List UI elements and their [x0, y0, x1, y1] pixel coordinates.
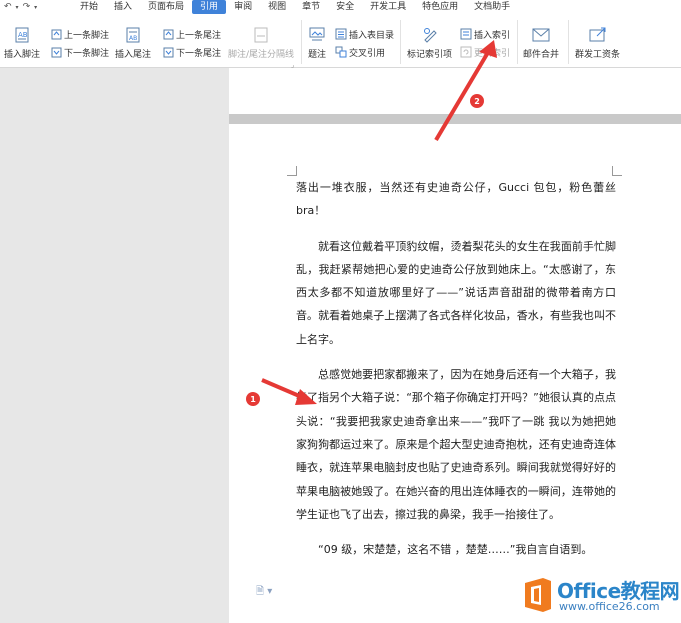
insert-table-of-figures-button[interactable]: 插入表目录: [335, 27, 394, 41]
page-gap: [229, 114, 681, 124]
mark-index-icon: [421, 26, 439, 44]
divider: [301, 20, 302, 64]
left-pane: [0, 68, 228, 623]
crop-mark: [612, 166, 622, 176]
paragraph: 落出一堆衣服，当然还有史迪奇公仔，Gucci 包包，粉色蕾丝bra！: [296, 181, 616, 218]
endnote-icon: AB: [124, 26, 142, 44]
document-body[interactable]: 落出一堆衣服，当然还有史迪奇公仔，Gucci 包包，粉色蕾丝bra！ 就看这位戴…: [296, 176, 616, 573]
svg-text:AB: AB: [129, 35, 137, 42]
prev-footnote-button[interactable]: 上一条脚注: [50, 27, 109, 41]
insert-index-icon: [460, 28, 472, 40]
mark-index-entry-button[interactable]: 标记索引项: [407, 26, 452, 60]
next-footnote-button[interactable]: 下一条脚注: [50, 45, 109, 59]
menu-tab[interactable]: 插入: [106, 0, 140, 14]
table-of-figures-icon: [335, 28, 347, 40]
divider: [517, 20, 518, 64]
annotation-badge-2: 2: [470, 94, 484, 108]
undo-icon[interactable]: ↶: [4, 2, 12, 12]
next-endnote-button[interactable]: 下一条尾注: [162, 45, 221, 59]
menu-tab[interactable]: 开发工具: [362, 0, 414, 14]
watermark: Office教程网 www.office26.com: [519, 573, 680, 619]
footnote-icon: AB: [13, 26, 31, 44]
menu-tab[interactable]: 引用: [192, 0, 227, 14]
mail-icon: [532, 26, 550, 44]
caption-icon: [308, 26, 326, 44]
paragraph: 总感觉她要把家都搬来了，因为在她身后还有一个大箱子，我指了指另个大箱子说：“那个…: [296, 368, 616, 521]
watermark-url: www.office26.com: [559, 600, 660, 613]
menu-tabs: 开始 插入 页面布局 引用 审阅 视图 章节 安全 开发工具 特色应用 文档助手: [72, 0, 518, 14]
dropdown-icon[interactable]: ▾: [16, 4, 19, 11]
menu-tab[interactable]: 页面布局: [140, 0, 192, 14]
quick-access-toolbar: ↶ ▾ ↷ ▾: [0, 2, 72, 12]
next-endnote-icon: [162, 46, 174, 58]
divider: [568, 20, 569, 64]
menu-tab[interactable]: 开始: [72, 0, 106, 14]
menu-tab[interactable]: 审阅: [226, 0, 260, 14]
caption-button[interactable]: 题注: [308, 26, 326, 60]
prev-footnote-icon: [50, 28, 62, 40]
menu-bar: ↶ ▾ ↷ ▾ 开始 插入 页面布局 引用 审阅 视图 章节 安全 开发工具 特色应用 文档助手: [0, 0, 681, 14]
paragraph: “09 级，宋楚楚，这名不错 ，楚楚……”我自言自语到。: [318, 543, 593, 557]
crop-mark: [287, 166, 297, 176]
redo-icon[interactable]: ↷: [23, 2, 31, 12]
menu-tab[interactable]: 章节: [294, 0, 328, 14]
prev-endnote-icon: [162, 28, 174, 40]
menu-tab[interactable]: 视图: [260, 0, 294, 14]
menu-tab[interactable]: 安全: [328, 0, 362, 14]
mail-merge-button[interactable]: 邮件合并: [523, 26, 559, 60]
paragraph: 就看这位戴着平顶豹纹帽，烫着梨花头的女生在我面前手忙脚乱，我赶紧帮她把心爱的史迪…: [296, 239, 616, 346]
office-logo-icon: [525, 578, 551, 612]
annotation-badge-1: 1: [246, 392, 260, 406]
next-footnote-icon: [50, 46, 62, 58]
svg-text:AB: AB: [18, 31, 28, 39]
send-payroll-button[interactable]: 群发工资条: [575, 26, 620, 60]
update-index-icon: [460, 46, 472, 58]
prev-endnote-button[interactable]: 上一条尾注: [162, 27, 221, 41]
separator-icon: [252, 26, 270, 44]
menu-tab[interactable]: 特色应用: [414, 0, 466, 14]
cross-reference-icon: [335, 46, 347, 58]
cross-reference-button[interactable]: 交叉引用: [335, 45, 385, 59]
footnote-separator-button[interactable]: 脚注/尾注分隔线: [228, 26, 294, 60]
dropdown-icon[interactable]: ▾: [34, 4, 37, 11]
send-payroll-icon: [589, 26, 607, 44]
update-index-button[interactable]: 更新索引: [460, 45, 510, 59]
menu-tab[interactable]: 文档助手: [466, 0, 518, 14]
insert-footnote-button[interactable]: AB 插入脚注: [4, 26, 40, 60]
insert-index-button[interactable]: 插入索引: [460, 27, 510, 41]
previous-page: [229, 68, 681, 114]
ribbon-toolbar: AB 插入脚注 上一条脚注 下一条脚注 AB 插入尾注 上一条尾注 下一条尾注 …: [0, 14, 681, 69]
insert-endnote-button[interactable]: AB 插入尾注: [115, 26, 151, 60]
divider: [400, 20, 401, 64]
page-layout-icon[interactable]: 🗎 ▾: [256, 584, 272, 601]
